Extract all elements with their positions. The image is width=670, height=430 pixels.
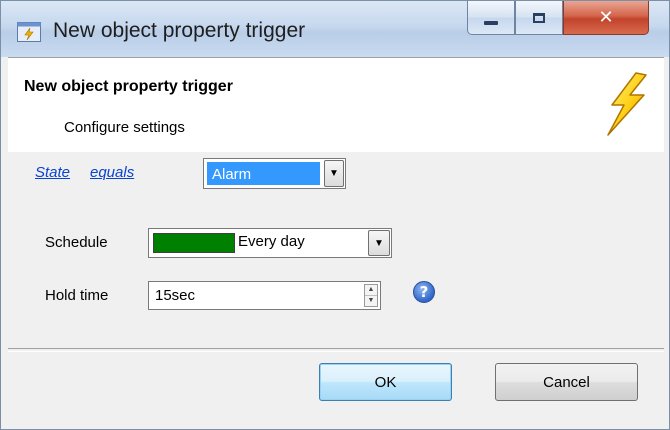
spinner-buttons: ▲ ▼ — [364, 284, 378, 307]
minimize-icon — [484, 20, 498, 25]
hold-time-spinner[interactable]: 15sec ▲ ▼ — [148, 281, 381, 310]
state-value-selected: Alarm — [207, 162, 320, 185]
help-icon[interactable]: ? — [413, 281, 435, 303]
window-title: New object property trigger — [53, 19, 306, 42]
window-controls: ✕ — [467, 1, 649, 37]
maximize-icon — [533, 12, 545, 23]
ok-button[interactable]: OK — [319, 363, 452, 401]
footer-divider — [8, 348, 664, 352]
operator-link[interactable]: equals — [90, 164, 134, 181]
minimize-button[interactable] — [467, 1, 515, 35]
spin-up-icon[interactable]: ▲ — [365, 285, 377, 296]
close-icon: ✕ — [598, 7, 614, 28]
spin-down-icon[interactable]: ▼ — [365, 296, 377, 306]
hold-time-value: 15sec — [155, 287, 196, 304]
cancel-button[interactable]: Cancel — [495, 363, 638, 401]
hold-time-label: Hold time — [45, 287, 109, 304]
maximize-button[interactable] — [515, 1, 563, 35]
trigger-window-icon — [17, 22, 41, 42]
title-bar[interactable]: New object property trigger ✕ — [1, 1, 669, 57]
schedule-value: Every day — [238, 233, 305, 250]
header-title: New object property trigger — [24, 78, 233, 95]
state-property-link[interactable]: State — [35, 164, 70, 181]
close-button[interactable]: ✕ — [563, 1, 649, 35]
lightning-icon — [607, 72, 647, 136]
dropdown-arrow-icon[interactable]: ▼ — [368, 230, 390, 256]
schedule-color-swatch — [153, 233, 235, 253]
schedule-dropdown[interactable]: Every day ▼ — [148, 228, 392, 258]
dialog-window: New object property trigger ✕ New object… — [0, 0, 670, 430]
header-panel: New object property trigger Configure se… — [8, 57, 664, 154]
dropdown-arrow-icon[interactable]: ▼ — [324, 160, 344, 187]
schedule-label: Schedule — [45, 234, 108, 251]
header-subtitle: Configure settings — [64, 119, 185, 136]
state-value-dropdown[interactable]: Alarm ▼ — [203, 158, 346, 189]
settings-panel: State equals Alarm ▼ Schedule Every day … — [8, 152, 664, 348]
